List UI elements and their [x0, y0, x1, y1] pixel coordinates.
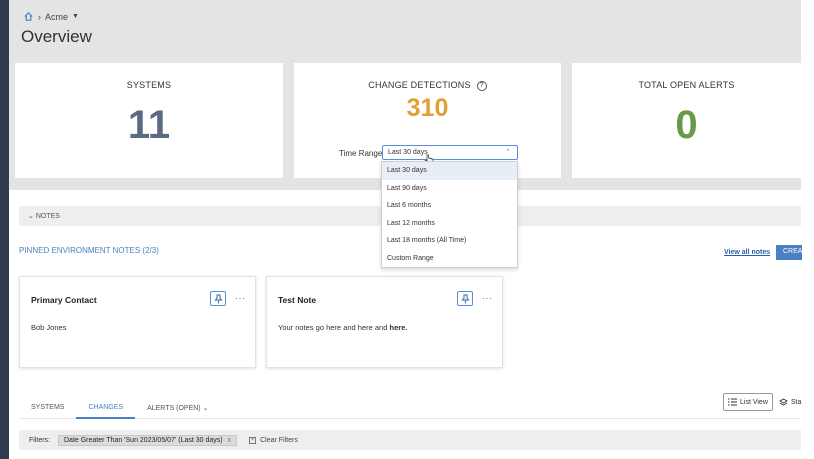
change-detections-count: 310: [406, 94, 449, 122]
view-all-notes-link[interactable]: View all notes: [724, 249, 770, 256]
pinned-notes-title: PINNED ENVIRONMENT NOTES (2/3): [19, 246, 159, 255]
change-detections-label: CHANGE DETECTIONS: [368, 80, 471, 90]
time-range-dropdown: Last 30 days Last 90 days Last 6 months …: [381, 161, 518, 268]
time-range-option[interactable]: Last 12 months: [382, 215, 517, 233]
pin-button[interactable]: [457, 291, 473, 306]
clear-filters-label: Clear Filters: [260, 436, 298, 444]
note-card[interactable]: Primary Contact ··· Bob Jones: [19, 276, 256, 368]
pin-button[interactable]: [210, 291, 226, 306]
pin-icon: [461, 294, 470, 304]
note-title: Test Note: [278, 295, 317, 305]
page-edge: [802, 0, 814, 459]
open-alerts-card[interactable]: TOTAL OPEN ALERTS 0: [572, 63, 801, 178]
caret-down-icon[interactable]: ▼: [72, 13, 79, 20]
header: [9, 0, 801, 60]
note-title: Primary Contact: [31, 295, 97, 305]
left-nav-rail: [0, 0, 9, 459]
clear-icon: ×: [249, 436, 257, 444]
filter-chip-text: Date Greater Than 'Sun 2023/05/07' (Last…: [64, 436, 223, 444]
tab-alerts-label: ALERTS (OPEN): [147, 405, 201, 412]
pin-icon: [214, 294, 223, 304]
help-icon[interactable]: ?: [476, 81, 487, 91]
notes-section-label: NOTES: [35, 213, 60, 220]
tab-alerts-open[interactable]: ALERTS (OPEN) ⌄: [135, 401, 220, 419]
breadcrumb-org[interactable]: Acme: [45, 12, 68, 22]
close-icon[interactable]: x: [228, 437, 232, 444]
time-range-option[interactable]: Last 6 months: [382, 197, 517, 215]
page-title: Overview: [21, 27, 92, 46]
note-body-emphasis: here.: [389, 323, 408, 332]
stack-icon: [779, 397, 788, 406]
list-view-label: List View: [740, 398, 768, 406]
more-options-icon[interactable]: ···: [235, 293, 246, 303]
stack-view-label: Sta: [791, 398, 802, 406]
list-view-button[interactable]: List View: [723, 393, 773, 411]
note-body: Bob Jones: [31, 323, 67, 332]
tab-bar: SYSTEMS CHANGES ALERTS (OPEN) ⌄: [19, 401, 220, 419]
systems-count: 11: [127, 103, 171, 147]
list-icon: [728, 398, 737, 406]
chevron-down-icon: ⌄: [28, 213, 34, 220]
note-body: Your notes go here and here and here.: [278, 323, 407, 332]
time-range-value: Last 30 days: [388, 149, 428, 156]
time-range-option[interactable]: Last 18 months (All Time): [382, 232, 517, 250]
open-alerts-count: 0: [675, 103, 698, 147]
home-icon[interactable]: [23, 11, 34, 22]
systems-card[interactable]: SYSTEMS 11: [15, 63, 283, 178]
tab-systems[interactable]: SYSTEMS: [19, 401, 76, 419]
breadcrumb: › Acme ▼: [23, 11, 79, 22]
time-range-option[interactable]: Last 30 days: [382, 162, 517, 180]
time-range-select[interactable]: Last 30 days ⌃: [382, 145, 518, 160]
time-range-label: Time Range: [339, 149, 383, 158]
more-options-icon[interactable]: ···: [482, 293, 493, 303]
tab-changes[interactable]: CHANGES: [76, 401, 136, 419]
chevron-down-icon: ⌄: [202, 405, 209, 412]
filters-label: Filters:: [29, 436, 50, 444]
systems-label: SYSTEMS: [126, 80, 172, 90]
note-card[interactable]: Test Note ··· Your notes go here and her…: [266, 276, 503, 368]
clear-filters-button[interactable]: × Clear Filters: [249, 436, 298, 444]
note-body-text: Your notes go here and here and: [278, 323, 390, 332]
open-alerts-label: TOTAL OPEN ALERTS: [638, 80, 735, 90]
filter-chip[interactable]: Date Greater Than 'Sun 2023/05/07' (Last…: [58, 434, 238, 446]
filter-bar: Filters: Date Greater Than 'Sun 2023/05/…: [19, 430, 801, 450]
chevron-up-icon: ⌃: [505, 149, 511, 156]
time-range-option[interactable]: Last 90 days: [382, 180, 517, 198]
change-detections-header: CHANGE DETECTIONS?: [294, 80, 561, 91]
time-range-option[interactable]: Custom Range: [382, 250, 517, 268]
chevron-right-icon: ›: [38, 11, 41, 22]
